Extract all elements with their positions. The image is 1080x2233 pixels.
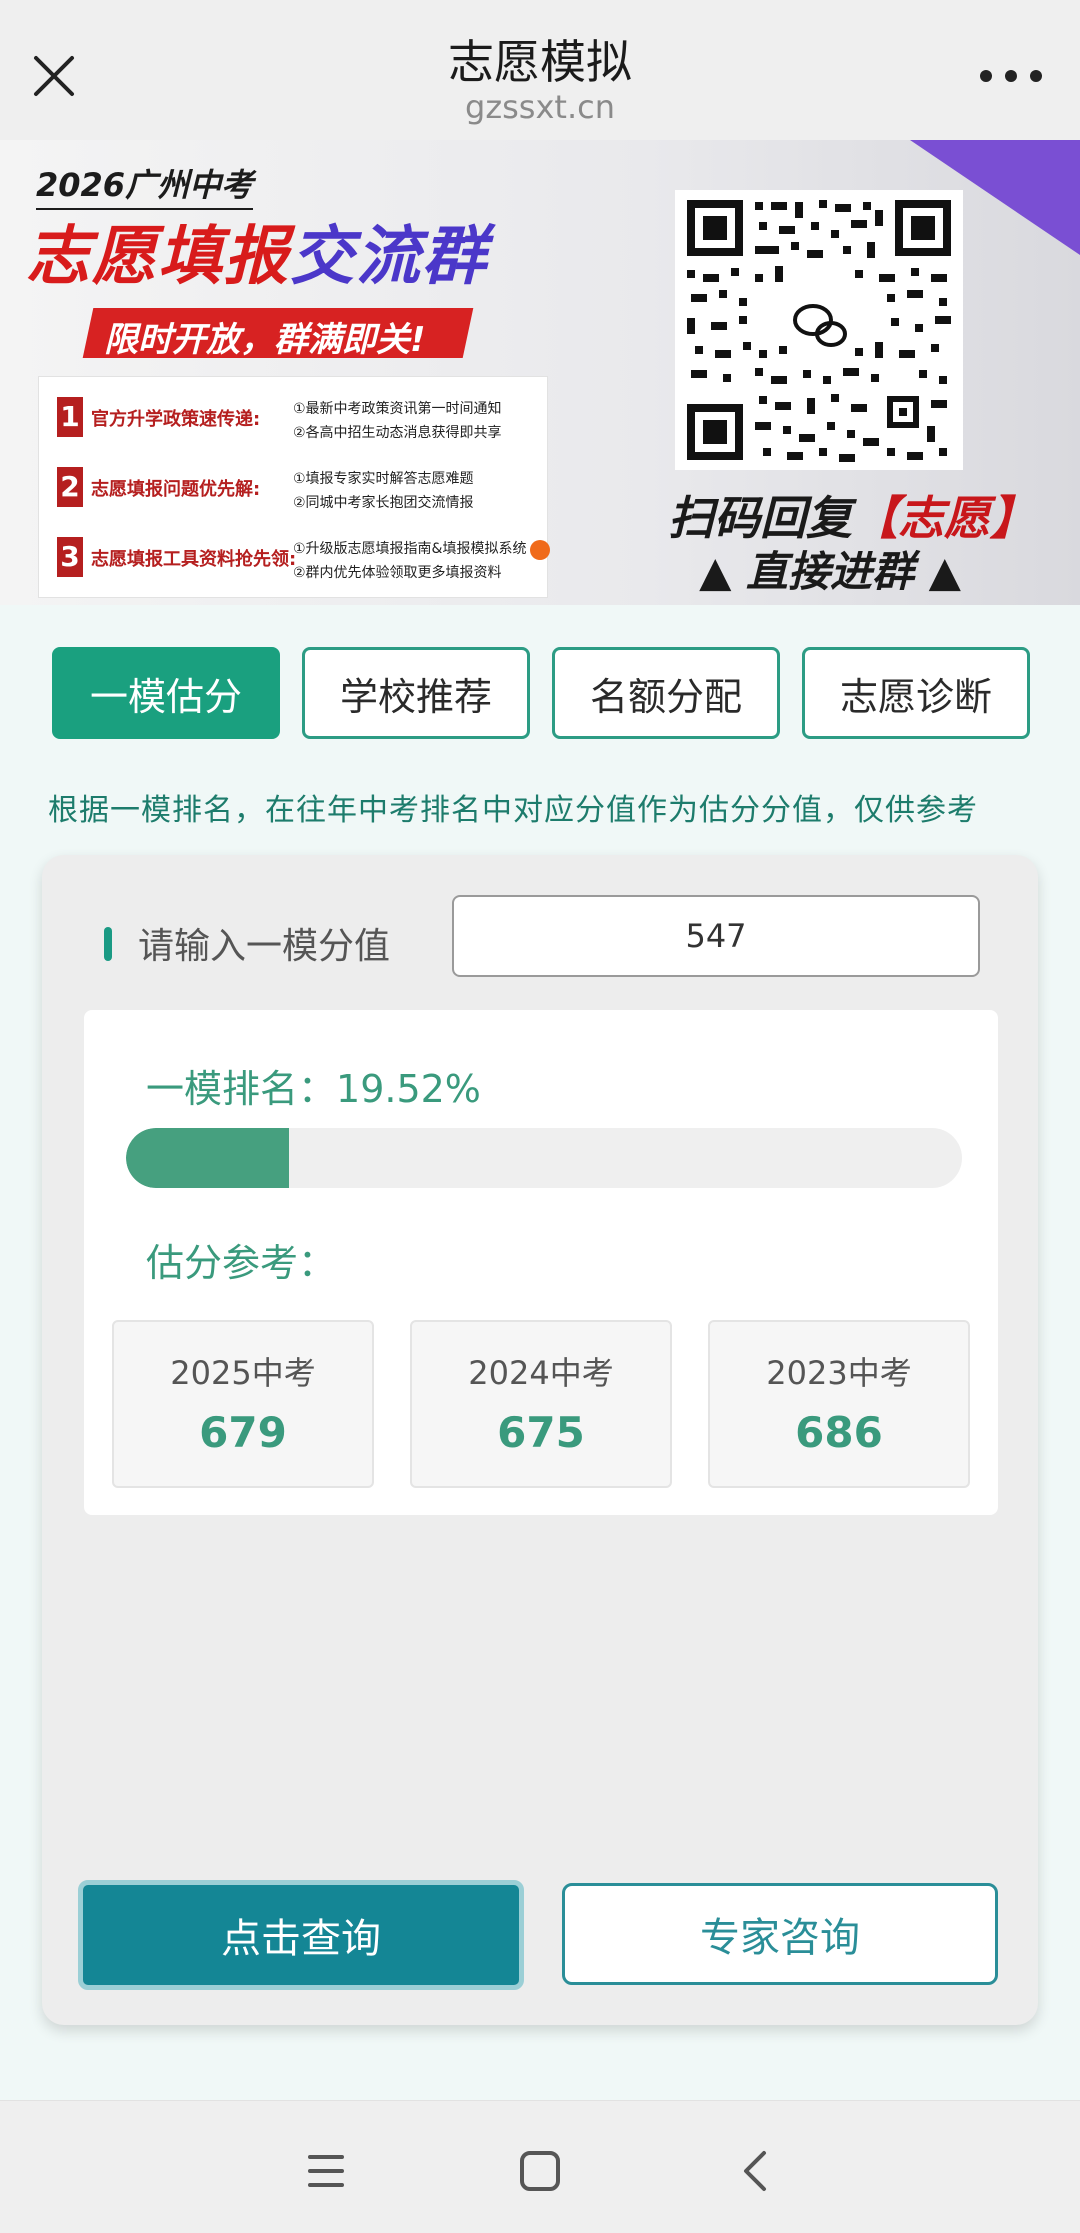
promo-banner[interactable]: 2026广州中考 志愿填报交流群 限时开放，群满即关! 1 官方升学政策速传递:…: [0, 140, 1080, 605]
estimate-card: 请输入一模分值 一模排名：19.52% 估分参考： 2025中考 679 202…: [42, 855, 1038, 2025]
banner-item-number: 3: [57, 537, 83, 577]
banner-headline: 志愿填报交流群: [26, 205, 488, 297]
qr-code-icon: [675, 190, 963, 470]
score-input[interactable]: [452, 895, 980, 977]
result-panel: 一模排名：19.52% 估分参考： 2025中考 679 2024中考 675 …: [84, 1010, 998, 1515]
banner-join-text: ▲ 直接进群 ▲: [699, 547, 961, 596]
tab-diagnosis[interactable]: 志愿诊断: [802, 647, 1030, 739]
banner-benefit-item: 1 官方升学政策速传递: ①最新中考政策资讯第一时间通知 ②各高中招生动态消息获…: [39, 391, 549, 451]
banner-item-sub: ②群内优先体验领取更多填报资料: [293, 565, 502, 581]
banner-ribbon-text: 限时开放，群满即关!: [104, 320, 426, 360]
rank-value: 19.52%: [336, 1067, 481, 1111]
banner-benefit-item: 3 志愿填报工具资料抢先领: ①升级版志愿填报指南&填报模拟系统 ②群内优先体验…: [39, 531, 549, 591]
year-label: 2024中考: [468, 1354, 614, 1392]
banner-item-number: 1: [57, 397, 83, 437]
main-content: 一模估分 学校推荐 名额分配 志愿诊断 根据一模排名，在往年中考排名中对应分值作…: [0, 605, 1080, 2100]
expert-consult-button[interactable]: 专家咨询: [562, 1883, 998, 1985]
year-score-card: 2024中考 675: [410, 1320, 672, 1488]
more-dots-icon: [1005, 70, 1017, 82]
year-score: 675: [497, 1408, 585, 1457]
banner-headline-red: 志愿填报: [26, 220, 290, 294]
rank-progress-bar: [126, 1128, 962, 1188]
qr-code: [675, 190, 963, 470]
page-domain: gzssxt.cn: [465, 88, 615, 126]
menu-icon: [308, 2155, 344, 2187]
banner-item-subs: ①最新中考政策资讯第一时间通知 ②各高中招生动态消息获得即共享: [293, 397, 502, 445]
top-bar: 志愿模拟 gzssxt.cn: [0, 0, 1080, 140]
estimate-label: 估分参考：: [146, 1241, 337, 1285]
banner-item-sub: ①填报专家实时解答志愿难题: [293, 471, 474, 487]
more-button[interactable]: [980, 58, 1042, 94]
more-dots-icon: [1030, 70, 1042, 82]
year-label: 2025中考: [170, 1354, 316, 1392]
query-button[interactable]: 点击查询: [78, 1880, 524, 1990]
year-score-card: 2023中考 686: [708, 1320, 970, 1488]
back-chevron-icon: [744, 2151, 766, 2191]
rank-progress-fill: [126, 1128, 289, 1188]
banner-scan-prefix: 扫码回复: [668, 491, 852, 545]
banner-item-sub: ①升级版志愿填报指南&填报模拟系统: [293, 541, 527, 557]
system-nav-bar: [0, 2100, 1080, 2233]
input-label-marker: [104, 927, 112, 961]
banner-scan-keyword: 【志愿】: [852, 491, 1036, 545]
nav-back-button[interactable]: [726, 2141, 786, 2201]
tab-school-recommend[interactable]: 学校推荐: [302, 647, 530, 739]
notice-text: 根据一模排名，在往年中考排名中对应分值作为估分分值，仅供参考: [48, 793, 978, 828]
banner-item-title: 志愿填报问题优先解:: [91, 479, 261, 500]
rank-line: 一模排名：19.52%: [146, 1058, 481, 1113]
score-input-label: 请输入一模分值: [138, 926, 391, 967]
banner-benefit-item: 2 志愿填报问题优先解: ①填报专家实时解答志愿难题 ②同城中考家长抱团交流情报: [39, 461, 549, 521]
nav-menu-button[interactable]: [296, 2141, 356, 2201]
tab-estimate[interactable]: 一模估分: [52, 647, 280, 739]
home-square-icon: [520, 2151, 560, 2191]
banner-headline-purple: 交流群: [290, 220, 488, 294]
banner-item-sub: ②同城中考家长抱团交流情报: [293, 495, 474, 511]
nav-home-button[interactable]: [510, 2141, 570, 2201]
banner-item-title: 官方升学政策速传递:: [91, 409, 261, 430]
year-score: 679: [199, 1408, 287, 1457]
year-label: 2023中考: [766, 1354, 912, 1392]
banner-item-number: 2: [57, 467, 83, 507]
banner-item-title: 志愿填报工具资料抢先领:: [91, 549, 297, 570]
page-title: 志愿模拟: [448, 35, 632, 89]
banner-item-sub: ②各高中招生动态消息获得即共享: [293, 425, 502, 441]
tab-quota-allocation[interactable]: 名额分配: [552, 647, 780, 739]
more-dots-icon: [980, 70, 992, 82]
year-score-card: 2025中考 679: [112, 1320, 374, 1488]
rank-label: 一模排名：: [146, 1067, 337, 1111]
year-score: 686: [795, 1408, 883, 1457]
banner-item-sub: ①最新中考政策资讯第一时间通知: [293, 401, 502, 417]
banner-item-subs: ①填报专家实时解答志愿难题 ②同城中考家长抱团交流情报: [293, 467, 474, 515]
banner-dot-decoration: [530, 540, 550, 560]
banner-year-tag: 2026广州中考: [36, 160, 254, 210]
banner-benefit-list: 1 官方升学政策速传递: ①最新中考政策资讯第一时间通知 ②各高中招生动态消息获…: [38, 376, 548, 598]
banner-item-subs: ①升级版志愿填报指南&填报模拟系统 ②群内优先体验领取更多填报资料: [293, 537, 526, 585]
